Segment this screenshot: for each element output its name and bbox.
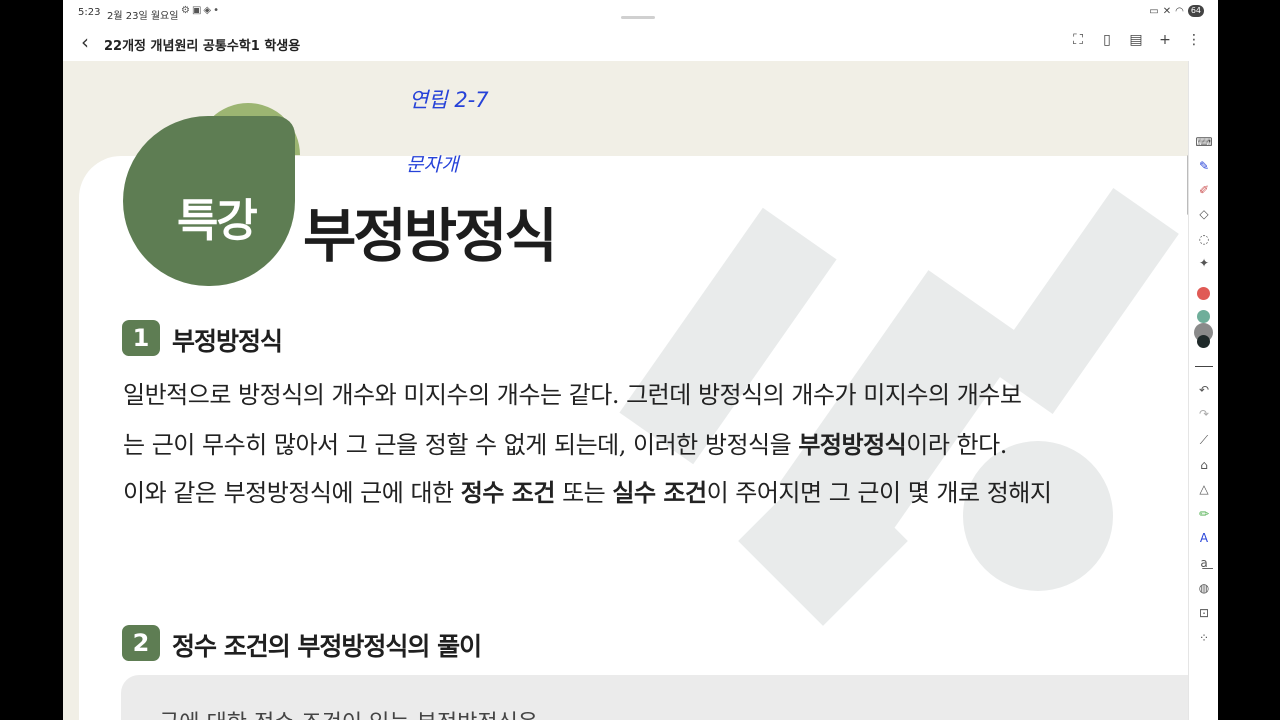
pen-tool-palette: ⌨ ✎ ✐ ◇ ◌ ✦ ↶ ↷ ⟋ ⌂ △ ✏ A a͟ ◍ ⊡ ⁘ [1188,61,1218,720]
page-settings-icon[interactable]: ▤ [1128,32,1144,48]
status-date: 2월 23일 월요일 [107,11,179,22]
explanation-box: 근에 대한 정수 조건이 있는 부정방정식은 [121,675,1188,720]
body-text: 일반적으로 방정식의 개수와 미지수의 개수는 같다. 그런데 방정식의 개수가… [123,381,1022,409]
grid-icon[interactable]: ⁘ [1194,631,1214,645]
marker-icon[interactable]: ✏ [1194,507,1214,521]
notification-icons: ⚙▣◈• [181,5,222,16]
handwritten-note-1: 연립 2-7 [409,88,489,112]
more-icon[interactable]: ⋮ [1186,32,1202,48]
lasso-icon[interactable]: ◌ [1194,232,1214,246]
undo-icon[interactable]: ↶ [1194,383,1214,397]
eraser-icon[interactable]: ◇ [1194,207,1214,221]
fill-icon[interactable]: ⌂ [1194,458,1214,472]
text-icon[interactable]: A [1194,531,1214,545]
battery-indicator: 64 [1187,5,1204,17]
bold-term: 정수 조건 [460,479,556,507]
lock-icon[interactable]: ⊡ [1194,606,1214,620]
watermark-shape [963,441,1113,591]
tablet-screen: 5:23 2월 23일 월요일 ⚙▣◈• ▭ ✕ ◠ 64 ‹ 22개정 개념원… [63,0,1218,720]
explanation-text: 근에 대한 정수 조건이 있는 부정방정식은 [159,705,538,720]
bold-term: 부정방정식 [798,431,907,459]
body-text: 이와 같은 부정방정식에 근에 대한 [123,479,461,507]
text-box-icon[interactable]: a͟ [1194,556,1214,570]
section-1-number: 1 [122,320,160,356]
section-2-number: 2 [122,625,160,661]
mute-icon: ✕ [1162,5,1172,17]
document-title: 22개정 개념원리 공통수학1 학생용 [104,39,301,54]
palette-divider [1195,366,1213,367]
body-text: 이라 한다. [906,431,1007,459]
highlighter-icon[interactable]: ✐ [1194,183,1214,197]
color-black-swatch[interactable] [1197,335,1210,348]
keyboard-icon[interactable]: ⌨ [1194,135,1214,149]
redo-icon[interactable]: ↷ [1194,407,1214,421]
handwritten-note-2: 문자개 [406,154,459,176]
toolbar-actions: ⛶ ▯ ▤ + ⋮ [1070,32,1202,48]
status-time: 5:23 [78,7,101,18]
app-toolbar: ‹ 22개정 개념원리 공통수학1 학생용 ⛶ ▯ ▤ + ⋮ [63,24,1218,61]
badge-label: 특강 [177,194,258,247]
body-line-2: 는 근이 무수히 많아서 그 근을 정할 수 없게 되는데, 이러한 방정식을 … [123,425,1007,460]
stroke-icon[interactable]: △ [1194,482,1214,496]
body-text: 또는 [554,479,613,507]
wifi-icon: ◠ [1175,5,1184,17]
color-teal-swatch[interactable] [1197,310,1210,323]
body-line-1: 일반적으로 방정식의 개수와 미지수의 개수는 같다. 그런데 방정식의 개수가… [123,375,1022,410]
body-text: 는 근이 무수히 많아서 그 근을 정할 수 없게 되는데, 이러한 방정식을 [123,431,799,459]
document-page[interactable]: 특강 부정방정식 연립 2-7 문자개 1 부정방정식 일반적으로 방정식의 개… [63,61,1188,720]
add-icon[interactable]: + [1157,32,1173,48]
body-text: 이 주어지면 그 근이 몇 개로 정해지 [706,479,1052,507]
section-2-title: 정수 조건의 부정방정식의 풀이 [172,632,482,661]
pen-icon[interactable]: ✎ [1194,159,1214,173]
book-view-icon[interactable]: ▯ [1099,32,1115,48]
status-bar: 5:23 2월 23일 월요일 ⚙▣◈• ▭ ✕ ◠ 64 [63,0,1218,24]
section-1-title: 부정방정식 [172,327,283,356]
back-icon[interactable]: ‹ [81,30,89,54]
chapter-title: 부정방정식 [303,202,558,270]
color-red-swatch[interactable] [1197,287,1210,300]
bold-term: 실수 조건 [612,479,707,507]
status-right-icons: ▭ ✕ ◠ 64 [1149,5,1204,17]
cast-icon: ▭ [1149,5,1159,17]
magic-icon[interactable]: ✦ [1194,256,1214,270]
shapes-icon[interactable]: ◍ [1194,581,1214,595]
body-line-3: 이와 같은 부정방정식에 근에 대한 정수 조건 또는 실수 조건이 주어지면 … [123,473,1052,508]
shape-pen-icon[interactable]: ⟋ [1194,433,1214,448]
fullscreen-icon[interactable]: ⛶ [1070,32,1086,48]
multitask-handle[interactable] [621,16,655,19]
